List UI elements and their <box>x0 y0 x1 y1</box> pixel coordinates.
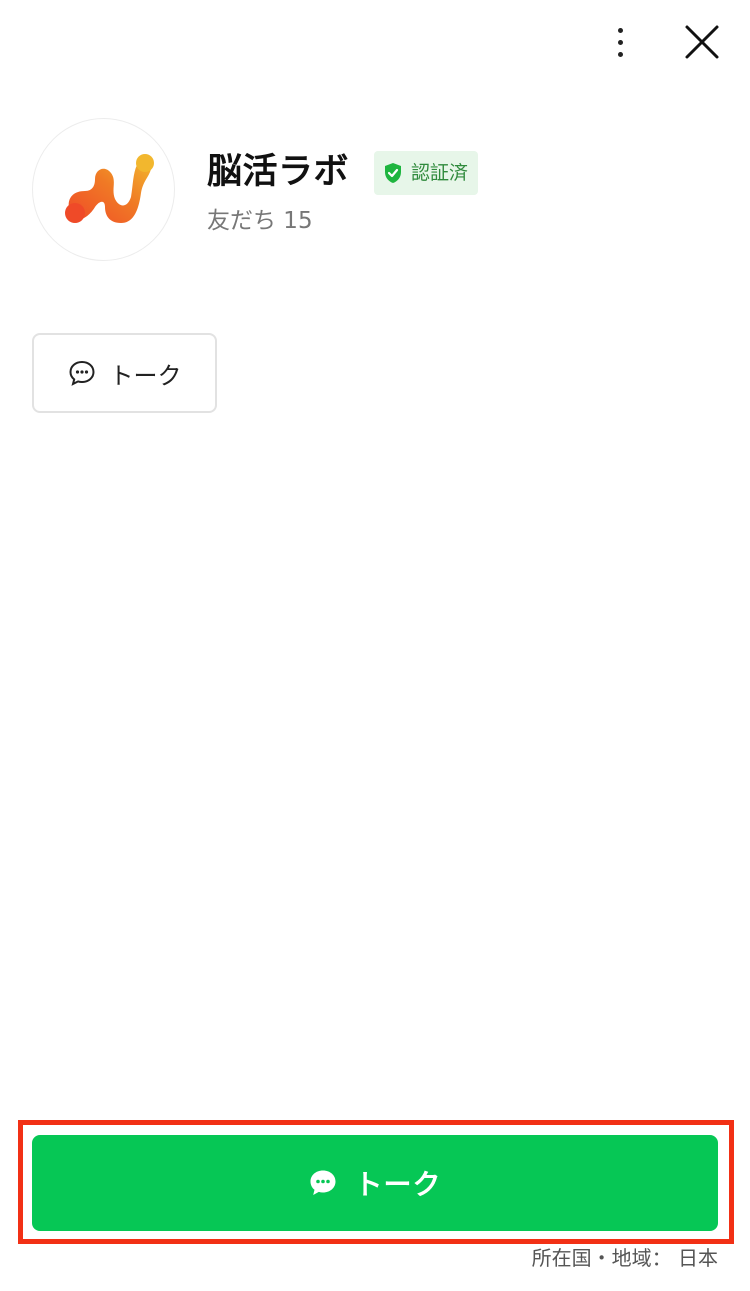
more-options-button[interactable] <box>600 20 640 64</box>
talk-button-small[interactable]: トーク <box>32 333 217 413</box>
friends-count: 友だち 15 <box>207 208 313 234</box>
close-button[interactable] <box>678 18 726 66</box>
talk-button-main[interactable]: トーク <box>32 1135 718 1231</box>
chat-bubble-icon <box>310 1170 336 1195</box>
shield-check-icon <box>385 163 401 183</box>
profile-name: 脳活ラボ <box>207 152 350 192</box>
more-vertical-icon <box>617 27 623 33</box>
close-icon <box>685 25 719 59</box>
location-info: 所在国・地域： 日本 <box>531 1246 718 1270</box>
top-bar <box>0 0 750 90</box>
talk-button-small-label: トーク <box>109 361 182 390</box>
verified-label: 認証済 <box>411 161 469 184</box>
talk-button-main-label: トーク <box>354 1168 442 1201</box>
more-vertical-icon-dot <box>617 39 623 45</box>
chat-bubble-outline-icon <box>68 360 95 386</box>
more-vertical-icon-dot <box>617 51 623 57</box>
brand-logo-icon <box>64 153 154 223</box>
profile-avatar[interactable] <box>32 118 175 261</box>
verified-badge: 認証済 <box>374 151 479 195</box>
